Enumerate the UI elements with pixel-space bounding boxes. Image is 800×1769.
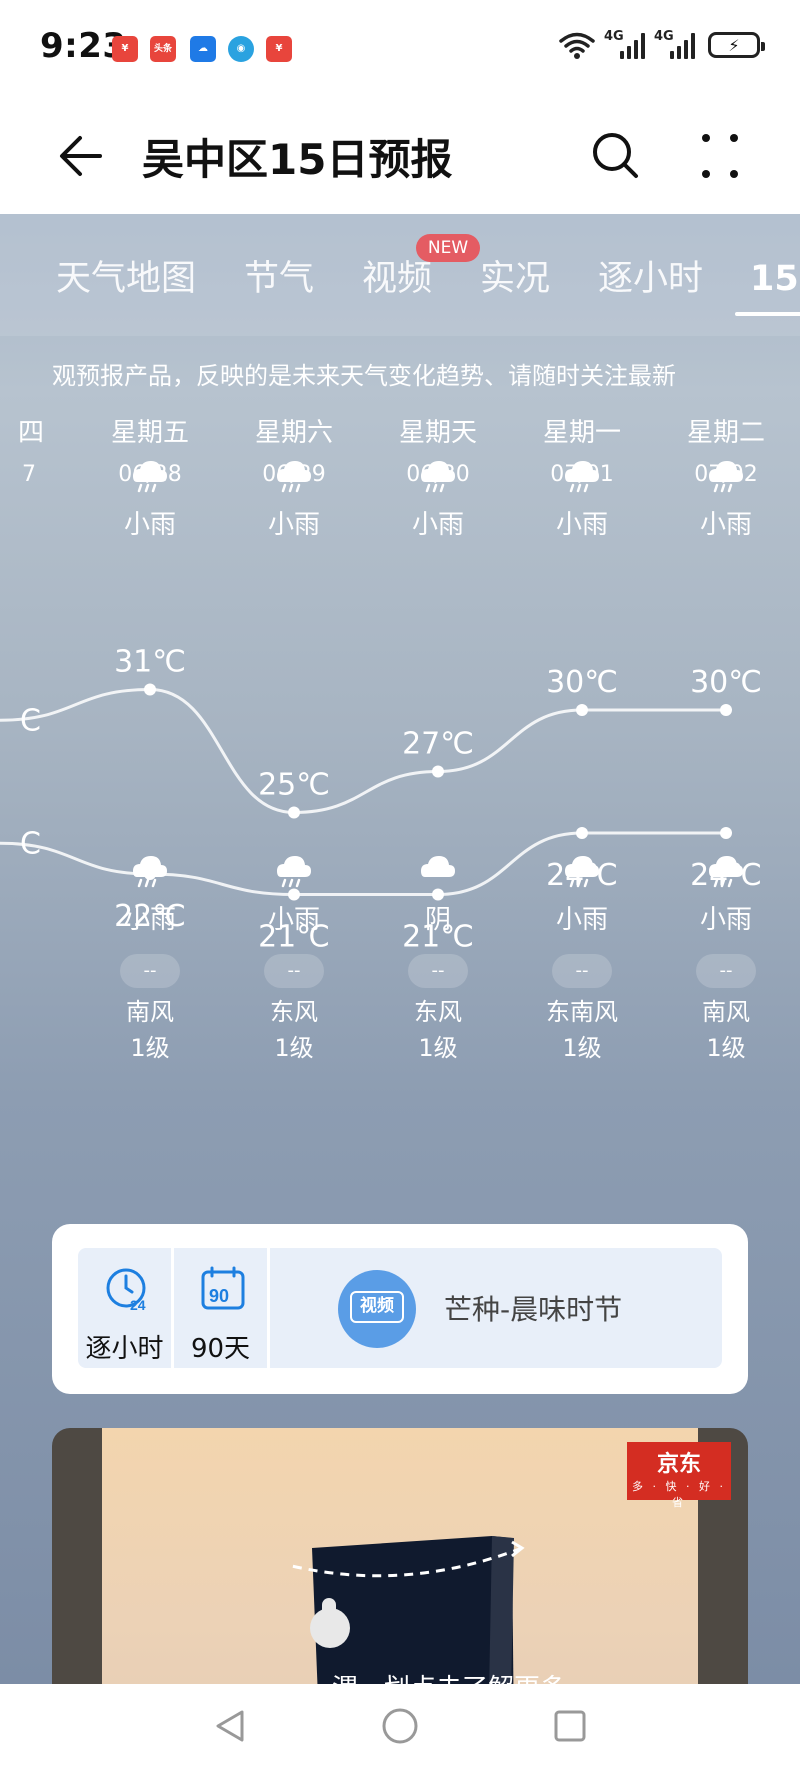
day-name: 星期五 xyxy=(110,418,189,448)
wind-direction: 东风 xyxy=(270,998,318,1026)
wind-level: 1级 xyxy=(130,1034,170,1062)
notification-icon: ¥ xyxy=(266,36,292,62)
forecast-notice: 观预报产品，反映的是未来天气变化趋势、请随时关注最新 xyxy=(52,362,676,390)
partial-temp-label: C xyxy=(20,703,41,738)
temp-point xyxy=(288,888,300,901)
temp-point xyxy=(576,827,588,839)
wifi-icon xyxy=(559,32,595,59)
day-name: 星期六 xyxy=(254,418,333,448)
wind-level: 1级 xyxy=(706,1034,746,1062)
clock-24h-icon: 24 xyxy=(106,1268,146,1313)
temp-point xyxy=(720,827,732,839)
jd-logo: 京东 多 · 快 · 好 · 省 xyxy=(627,1442,731,1509)
temp-label: 21℃ xyxy=(258,920,330,955)
temp-label: 27℃ xyxy=(402,727,474,762)
new-badge: NEW xyxy=(416,234,480,262)
shortcut-strip: 24 逐小时 90 90天 视频 芒种-晨味时节 xyxy=(78,1248,722,1368)
temperature-chart: 31℃ 25℃ 27℃ 30℃ 30℃ 22℃ 21℃ 21℃ 24℃ 24℃ C C xyxy=(0,645,762,955)
rain-light-icon xyxy=(368,454,508,498)
day-name: 星期一 xyxy=(542,418,621,448)
day-condition: 小雨 xyxy=(555,510,608,540)
svg-text:90: 90 xyxy=(209,1286,229,1306)
shortcut-label: 逐小时 xyxy=(85,1334,164,1364)
more-vertical-icon[interactable] xyxy=(692,128,748,184)
temp-label: 24℃ xyxy=(546,858,618,893)
nav-home-icon[interactable] xyxy=(380,1706,420,1746)
tab-bar: 天气地图 节气 视频 NEW 实况 逐小时 15日 xyxy=(0,214,800,336)
temp-point xyxy=(720,704,732,716)
tab-15-day[interactable]: 15日 xyxy=(750,250,800,301)
partial-temp-label: C xyxy=(20,826,41,861)
temp-label: 25℃ xyxy=(258,768,330,803)
temp-point xyxy=(432,765,444,778)
video-badge: 视频 xyxy=(350,1291,404,1323)
tab-solar-term[interactable]: 节气 xyxy=(244,250,314,301)
temp-label: 30℃ xyxy=(690,665,762,700)
temp-label: 31℃ xyxy=(114,645,186,680)
temp-point xyxy=(432,888,444,901)
temp-point xyxy=(144,868,156,880)
status-bar: 9:23 ¥ 头条 ☁ ◉ ¥ 4G 4G ⚡ xyxy=(0,0,800,100)
wind-level: 1级 xyxy=(274,1034,314,1062)
wind-direction: 南风 xyxy=(702,998,750,1026)
notification-icon: ☁ xyxy=(190,36,216,62)
video-play-icon[interactable]: 视频 xyxy=(338,1270,416,1348)
shortcut-card: 24 逐小时 90 90天 视频 芒种-晨味时节 xyxy=(52,1224,748,1394)
calendar-90-icon: 90 xyxy=(201,1266,245,1310)
ninety-day-shortcut[interactable]: 90 90天 xyxy=(174,1248,270,1368)
wind-direction: 南风 xyxy=(126,998,174,1026)
notification-icon: ◉ xyxy=(228,36,254,62)
tab-weather-map[interactable]: 天气地图 xyxy=(56,250,196,301)
day-condition: 小雨 xyxy=(267,510,320,540)
tab-live[interactable]: 实况 xyxy=(480,250,550,301)
nav-recents-icon[interactable] xyxy=(550,1706,590,1746)
wind-level: 1级 xyxy=(418,1034,458,1062)
day-condition: 小雨 xyxy=(411,510,464,540)
weather-panel: 天气地图 节气 视频 NEW 实况 逐小时 15日 观预报产品，反映的是未来天气… xyxy=(0,214,800,1684)
video-title[interactable]: 芒种-晨味时节 xyxy=(444,1288,622,1328)
high-temp-line xyxy=(0,687,726,815)
notification-icon: 头条 xyxy=(150,36,176,62)
wind-direction: 东风 xyxy=(414,998,462,1026)
day-condition: 小雨 xyxy=(123,510,176,540)
wind-level: 1级 xyxy=(562,1034,602,1062)
svg-text:24: 24 xyxy=(130,1297,146,1313)
temp-label: 30℃ xyxy=(546,665,618,700)
shortcut-label: 90天 xyxy=(190,1334,251,1364)
hourly-shortcut[interactable]: 24 逐小时 xyxy=(78,1248,174,1368)
app-header: 吴中区15日预报 xyxy=(0,100,800,214)
day-name: 星期天 xyxy=(398,418,477,448)
signal-icon: 4G xyxy=(604,29,646,59)
navigation-bar xyxy=(0,1684,800,1769)
rain-light-icon xyxy=(224,454,364,498)
arrow-left-icon[interactable] xyxy=(54,128,110,184)
nav-back-icon[interactable] xyxy=(210,1706,250,1746)
ad-image: 京东 多 · 快 · 好 · 省 渭一划点击了解更多 xyxy=(102,1428,731,1684)
temp-point xyxy=(144,683,156,696)
rain-light-icon xyxy=(656,454,796,498)
advertisement[interactable]: 京东 多 · 快 · 好 · 省 渭一划点击了解更多 xyxy=(52,1428,748,1684)
temp-label: 21℃ xyxy=(402,920,474,955)
temp-point xyxy=(576,704,588,716)
wind-direction: 东南风 xyxy=(546,998,618,1026)
signal-icon: 4G xyxy=(654,29,696,59)
rain-light-icon xyxy=(512,454,652,498)
day-name: 星期二 xyxy=(686,418,765,448)
active-tab-indicator xyxy=(735,312,800,316)
temp-label: 24℃ xyxy=(690,858,762,893)
day-name: 四 xyxy=(18,418,45,448)
notification-icon: ¥ xyxy=(112,36,138,62)
tab-hourly[interactable]: 逐小时 xyxy=(598,250,703,301)
product-image xyxy=(292,1536,525,1684)
page-title: 吴中区15日预报 xyxy=(142,135,453,184)
day-date: 7 xyxy=(22,462,36,487)
ad-caption: 渭一划点击了解更多 xyxy=(332,1668,566,1684)
battery-charging-icon: ⚡ xyxy=(708,32,765,58)
temp-label: 22℃ xyxy=(114,899,186,934)
day-condition: 小雨 xyxy=(699,510,752,540)
temp-point xyxy=(288,806,300,819)
search-icon[interactable] xyxy=(588,128,644,184)
rain-light-icon xyxy=(80,454,220,498)
